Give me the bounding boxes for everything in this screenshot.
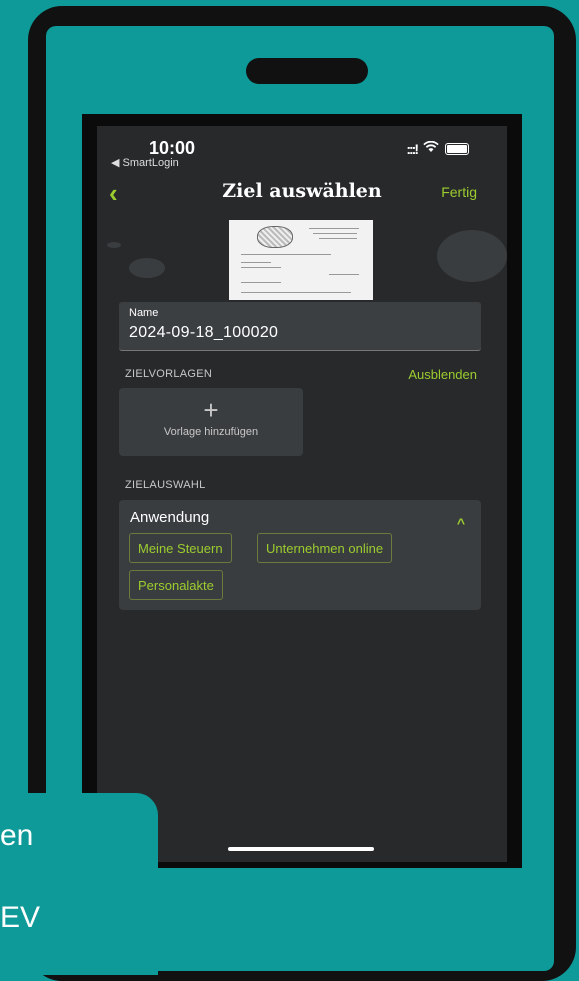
caption-overlay: en EV (0, 793, 158, 975)
document-line (241, 267, 281, 268)
document-line (241, 262, 271, 263)
wifi-icon (423, 140, 439, 158)
document-line (241, 292, 351, 293)
document-line (319, 238, 357, 239)
name-field[interactable]: Name 2024-09-18_100020 (119, 302, 481, 351)
document-line (313, 233, 357, 234)
home-indicator (228, 847, 374, 851)
plus-icon: + (203, 395, 219, 425)
chevron-up-icon[interactable]: ^ (457, 515, 465, 531)
done-button[interactable]: Fertig (441, 184, 477, 200)
add-template-label: Vorlage hinzufügen (163, 426, 259, 438)
back-to-app-link[interactable]: ◀ SmartLogin (111, 156, 179, 169)
overlay-text-line1: en (0, 819, 34, 852)
templates-section-label: ZIELVORLAGEN (125, 368, 213, 380)
add-template-button[interactable]: + Vorlage hinzufügen (119, 388, 303, 456)
option-unternehmen-online[interactable]: Unternehmen online (257, 533, 393, 563)
target-section-label: ZIELAUSWAHL (125, 479, 206, 491)
document-line (241, 282, 281, 283)
overlay-text-line2: EV (0, 901, 41, 934)
cloud-decoration (107, 242, 121, 248)
option-meine-steuern[interactable]: Meine Steuern (129, 533, 232, 563)
cloud-decoration (129, 258, 165, 278)
document-logo-icon (257, 226, 293, 248)
phone-speaker (246, 58, 368, 84)
application-group-title: Anwendung (130, 509, 210, 526)
name-label: Name (129, 307, 159, 319)
app-screen: 10:00 ◀ SmartLogin :::! ‹ Ziel auswählen… (97, 126, 507, 862)
document-line (241, 254, 331, 255)
application-group: Anwendung ^ Meine Steuern Unternehmen on… (119, 500, 481, 610)
status-icons: :::! (406, 140, 469, 158)
cloud-decoration (437, 230, 507, 282)
document-line (309, 228, 359, 229)
hide-templates-button[interactable]: Ausblenden (408, 367, 477, 382)
option-personalakte[interactable]: Personalakte (129, 570, 223, 600)
name-input[interactable]: 2024-09-18_100020 (129, 324, 278, 342)
battery-icon (445, 143, 469, 155)
signal-icon: :::! (406, 141, 419, 157)
document-thumbnail[interactable] (229, 220, 373, 300)
document-line (329, 274, 359, 275)
